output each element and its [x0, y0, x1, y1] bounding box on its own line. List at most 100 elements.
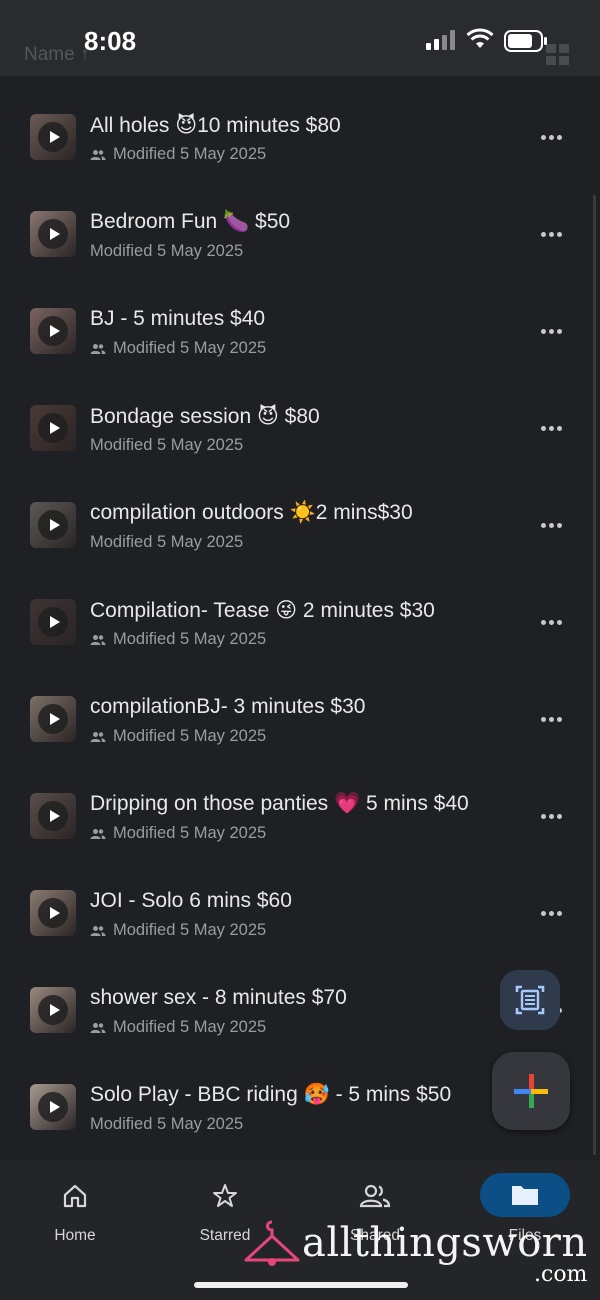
file-row[interactable]: All holes 😈10 minutes $80 Modified 5 May …: [0, 77, 600, 174]
play-icon: [38, 510, 68, 540]
file-title: Dripping on those panties 💗 5 mins $40: [90, 792, 469, 815]
new-file-button[interactable]: [492, 1052, 570, 1130]
file-title: Compilation- Tease 😜 2 minutes $30: [90, 599, 435, 622]
file-title: compilationBJ- 3 minutes $30: [90, 695, 366, 718]
file-meta: Modified 5 May 2025: [90, 339, 266, 358]
shared-icon: [90, 731, 106, 742]
video-thumbnail: [30, 890, 76, 936]
video-thumbnail: [30, 405, 76, 451]
video-thumbnail: [30, 987, 76, 1033]
plus-icon: [514, 1074, 548, 1108]
file-meta: Modified 5 May 2025: [90, 1115, 243, 1134]
scrollbar[interactable]: [593, 195, 596, 1155]
file-title: shower sex - 8 minutes $70: [90, 986, 347, 1009]
more-options-icon[interactable]: [538, 804, 566, 828]
file-row[interactable]: Dripping on those panties 💗 5 mins $40 Mo…: [0, 756, 600, 853]
cell-signal-icon: [426, 30, 455, 50]
video-thumbnail: [30, 211, 76, 257]
more-options-icon[interactable]: [538, 416, 566, 440]
video-thumbnail: [30, 502, 76, 548]
file-title: Bedroom Fun 🍆 $50: [90, 210, 291, 233]
more-options-icon[interactable]: [538, 610, 566, 634]
modified-date: Modified 5 May 2025: [113, 145, 267, 163]
status-time: 8:08: [84, 26, 137, 56]
status-bar: Name ↑ 8:08: [0, 0, 600, 76]
star-icon: [213, 1184, 237, 1207]
modified-date: Modified 5 May 2025: [113, 630, 267, 648]
file-title: Bondage session 😈 $80: [90, 405, 320, 428]
more-options-icon[interactable]: [538, 319, 566, 343]
play-icon: [38, 413, 68, 443]
more-options-icon[interactable]: [538, 901, 566, 925]
video-thumbnail: [30, 599, 76, 645]
people-icon: [359, 1184, 391, 1208]
modified-date: Modified 5 May 2025: [113, 339, 267, 357]
file-row[interactable]: Bondage session 😈 $80 Modified 5 May 2025: [0, 368, 600, 465]
file-row[interactable]: JOI - Solo 6 mins $60 Modified 5 May 2025: [0, 853, 600, 950]
video-thumbnail: [30, 696, 76, 742]
file-meta: Modified 5 May 2025: [90, 824, 266, 843]
wifi-icon: [466, 28, 494, 48]
battery-icon: [504, 30, 547, 52]
play-icon: [38, 801, 68, 831]
watermark: allthingsworn .com: [242, 1212, 592, 1292]
video-thumbnail: [30, 793, 76, 839]
grid-view-icon[interactable]: [546, 44, 570, 66]
modified-date: Modified 5 May 2025: [113, 824, 267, 842]
scan-button[interactable]: [500, 970, 560, 1030]
file-title: compilation outdoors ☀️2 mins$30: [90, 501, 413, 524]
video-thumbnail: [30, 1084, 76, 1130]
more-options-icon[interactable]: [538, 513, 566, 537]
file-title: BJ - 5 minutes $40: [90, 307, 266, 330]
home-icon: [63, 1184, 87, 1208]
modified-date: Modified 5 May 2025: [90, 242, 244, 260]
modified-date: Modified 5 May 2025: [113, 921, 267, 939]
shared-icon: [90, 634, 106, 645]
modified-date: Modified 5 May 2025: [90, 436, 244, 454]
file-row[interactable]: Compilation- Tease 😜 2 minutes $30 Modifi…: [0, 562, 600, 659]
file-meta: Modified 5 May 2025: [90, 727, 266, 746]
file-meta: Modified 5 May 2025: [90, 1018, 266, 1037]
modified-date: Modified 5 May 2025: [90, 1115, 244, 1133]
file-row[interactable]: BJ - 5 minutes $40 Modified 5 May 2025: [0, 271, 600, 368]
file-title: JOI - Solo 6 mins $60: [90, 889, 292, 912]
file-meta: Modified 5 May 2025: [90, 242, 243, 261]
play-icon: [38, 898, 68, 928]
more-options-icon[interactable]: [538, 707, 566, 731]
shared-icon: [90, 149, 106, 160]
nav-home[interactable]: Home: [0, 1160, 150, 1260]
play-icon: [38, 122, 68, 152]
file-row[interactable]: compilation outdoors ☀️2 mins$30 Modified…: [0, 465, 600, 562]
file-title: Solo Play - BBC riding 🥵 - 5 mins $50: [90, 1083, 452, 1106]
play-icon: [38, 316, 68, 346]
sort-header[interactable]: Name ↑: [24, 44, 89, 66]
watermark-text: allthingsworn: [302, 1220, 588, 1266]
file-title: All holes 😈10 minutes $80: [90, 114, 341, 137]
play-icon: [38, 704, 68, 734]
shared-icon: [90, 828, 106, 839]
play-icon: [38, 1092, 68, 1122]
play-icon: [38, 607, 68, 637]
folder-icon: [512, 1186, 538, 1205]
nav-home-label: Home: [54, 1227, 96, 1244]
file-meta: Modified 5 May 2025: [90, 436, 243, 455]
video-thumbnail: [30, 308, 76, 354]
more-options-icon[interactable]: [538, 222, 566, 246]
file-meta: Modified 5 May 2025: [90, 921, 266, 940]
modified-date: Modified 5 May 2025: [113, 1018, 267, 1036]
play-icon: [38, 995, 68, 1025]
file-row[interactable]: Bedroom Fun 🍆 $50 Modified 5 May 2025: [0, 174, 600, 271]
file-meta: Modified 5 May 2025: [90, 145, 266, 164]
hanger-logo: [244, 1220, 300, 1266]
more-options-icon[interactable]: [538, 125, 566, 149]
shared-icon: [90, 343, 106, 354]
home-indicator[interactable]: [194, 1282, 408, 1288]
file-meta: Modified 5 May 2025: [90, 630, 266, 649]
watermark-suffix: .com: [534, 1262, 588, 1287]
play-icon: [38, 219, 68, 249]
video-thumbnail: [30, 114, 76, 160]
file-row[interactable]: compilationBJ- 3 minutes $30 Modified 5 M…: [0, 659, 600, 756]
file-meta: Modified 5 May 2025: [90, 533, 243, 552]
shared-icon: [90, 1022, 106, 1033]
modified-date: Modified 5 May 2025: [90, 533, 244, 551]
